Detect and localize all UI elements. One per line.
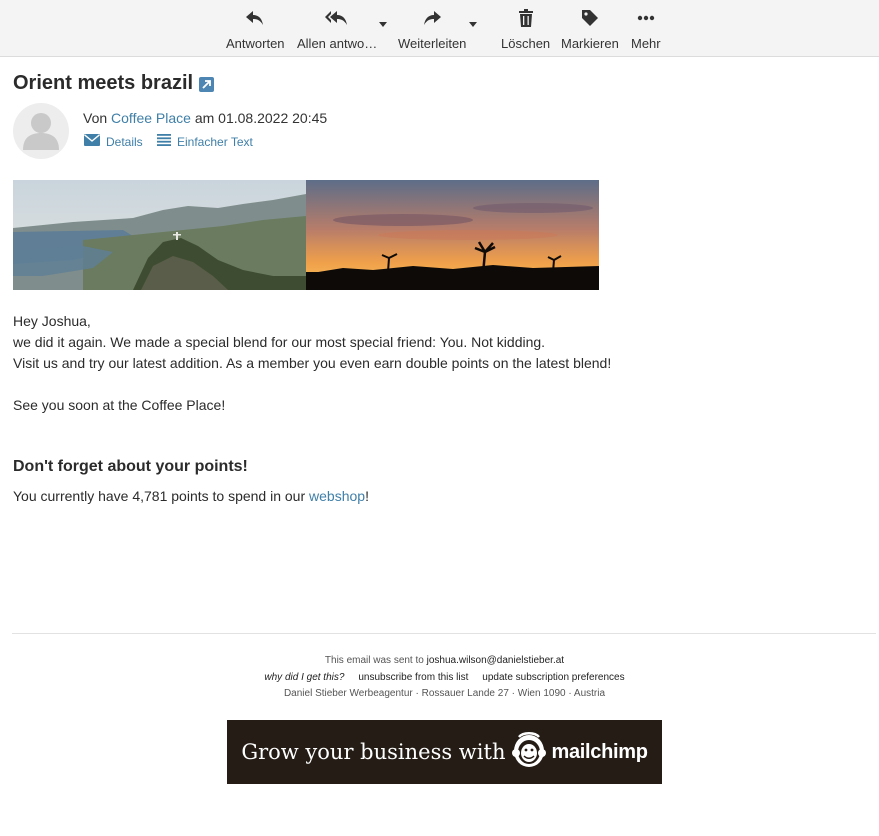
ellipsis-icon	[637, 6, 655, 30]
mailchimp-logo-icon	[511, 731, 547, 774]
reply-icon	[245, 6, 265, 30]
update-preferences-link[interactable]: update subscription preferences	[482, 672, 624, 683]
points-text: You currently have 4,781 points to spend…	[13, 488, 369, 504]
more-label: Mehr	[631, 36, 661, 51]
mailchimp-brand: mailchimp	[551, 740, 648, 763]
delete-button[interactable]: Löschen	[501, 6, 550, 52]
reply-label: Antworten	[226, 36, 285, 51]
body-line-2: Visit us and try our latest addition. As…	[13, 355, 612, 371]
flag-button[interactable]: Markieren	[561, 6, 619, 52]
sender-avatar	[13, 103, 69, 159]
points-heading: Don't forget about your points!	[13, 458, 248, 475]
from-prefix: Von	[83, 110, 108, 126]
reply-all-icon	[325, 6, 349, 30]
header-image	[13, 180, 599, 290]
footer-divider	[12, 633, 876, 634]
unsubscribe-link[interactable]: unsubscribe from this list	[358, 672, 468, 683]
more-button[interactable]: Mehr	[631, 6, 661, 52]
details-link[interactable]: Details	[84, 134, 143, 149]
reply-all-button[interactable]: Allen antwo…	[297, 6, 377, 52]
flag-label: Markieren	[561, 36, 619, 51]
points-prefix: You currently have 4,781 points to spend…	[13, 488, 306, 504]
reply-button[interactable]: Antworten	[226, 6, 285, 52]
plain-text-label: Einfacher Text	[177, 134, 253, 149]
reply-all-dropdown-icon[interactable]	[379, 22, 387, 27]
body-line-1: we did it again. We made a special blend…	[13, 334, 546, 350]
open-in-new-window-icon[interactable]	[199, 77, 214, 92]
forward-dropdown-icon[interactable]	[469, 22, 477, 27]
greeting-text: Hey Joshua,	[13, 313, 91, 329]
message-toolbar: Antworten Allen antwo… Weiterleiten Lösc…	[0, 0, 879, 57]
footer-address: Daniel Stieber Werbeagentur · Rossauer L…	[283, 688, 606, 699]
details-label: Details	[106, 134, 143, 149]
sender-link[interactable]: Coffee Place	[111, 110, 191, 126]
envelope-icon	[84, 134, 100, 149]
reply-all-label: Allen antwo…	[297, 36, 378, 51]
plain-text-link[interactable]: Einfacher Text	[157, 134, 253, 149]
body-line-3: See you soon at the Coffee Place!	[13, 397, 226, 413]
message-subject: Orient meets brazil	[13, 72, 194, 94]
delete-label: Löschen	[501, 36, 551, 51]
text-lines-icon	[157, 134, 171, 149]
from-line: Von Coffee Place am 01.08.2022 20:45	[83, 110, 327, 126]
sent-to-prefix: This email was sent to	[324, 655, 424, 666]
trash-icon	[518, 6, 534, 30]
recipient-email[interactable]: joshua.wilson@danielstieber.at	[427, 655, 564, 666]
forward-button[interactable]: Weiterleiten	[398, 6, 466, 52]
mailchimp-badge[interactable]: Grow your business with mailchimp	[227, 720, 662, 784]
forward-label: Weiterleiten	[398, 36, 467, 51]
forward-icon	[422, 6, 442, 30]
why-link[interactable]: why did I get this?	[264, 672, 344, 683]
footer-sent-to: This email was sent to joshua.wilson@dan…	[0, 655, 879, 666]
points-suffix: !	[365, 488, 369, 504]
footer-links: why did I get this? unsubscribe from thi…	[0, 672, 879, 683]
tag-icon	[581, 6, 599, 30]
webshop-link[interactable]: webshop	[309, 488, 365, 504]
message-date: am 01.08.2022 20:45	[194, 110, 328, 126]
mailchimp-tagline: Grow your business with	[241, 740, 506, 764]
